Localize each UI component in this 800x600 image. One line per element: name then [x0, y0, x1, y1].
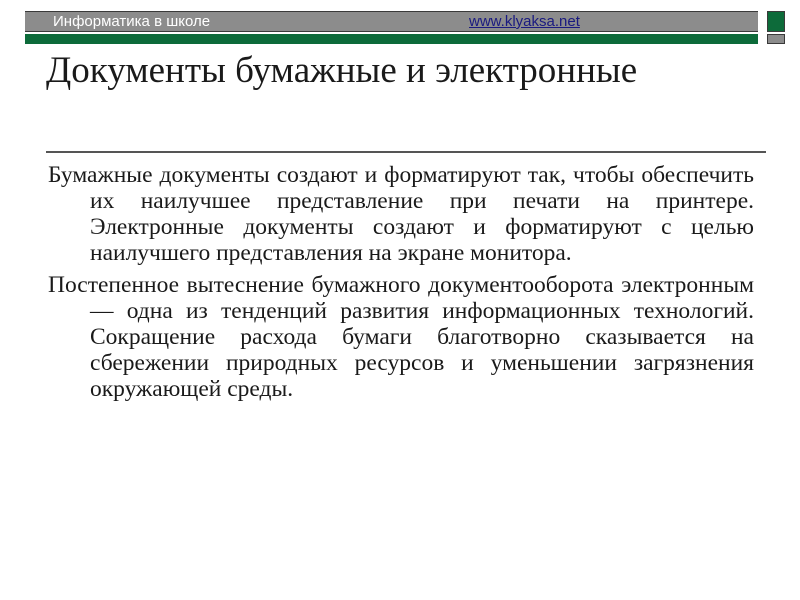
slide: Информатика в школе www.klyaksa.net Доку…	[0, 0, 800, 600]
corner-square-bottom	[767, 34, 785, 44]
corner-square-top	[767, 11, 785, 32]
slide-title: Документы бумажные и электронные	[46, 50, 638, 91]
site-link[interactable]: www.klyaksa.net	[469, 13, 580, 31]
title-divider	[46, 151, 766, 153]
header-bar: Информатика в школе www.klyaksa.net	[25, 11, 758, 32]
site-name: Информатика в школе	[53, 13, 211, 30]
paragraph-document-flow: Постепенное вытеснение бумажного докумен…	[48, 272, 754, 402]
slide-body: Бумажные документы создают и форматируют…	[48, 162, 754, 408]
accent-bar	[25, 34, 758, 44]
paragraph-paper-documents: Бумажные документы создают и форматируют…	[48, 162, 754, 266]
